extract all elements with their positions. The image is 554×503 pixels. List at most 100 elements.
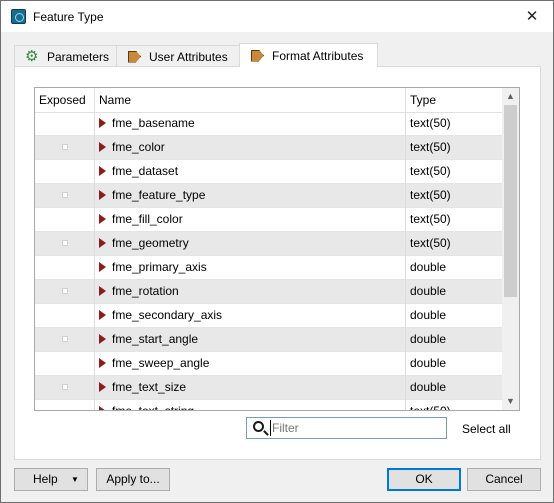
tab-parameters[interactable]: ⚙ Parameters: [14, 45, 117, 67]
name-cell[interactable]: fme_primary_axis: [95, 256, 406, 280]
attribute-arrow-icon: [99, 166, 106, 176]
dropdown-arrow-icon[interactable]: ▼: [71, 469, 79, 490]
table-row[interactable]: fme_start_angle double: [35, 328, 502, 352]
table-row[interactable]: fme_feature_type text(50): [35, 184, 502, 208]
title-bar: Feature Type ✕: [1, 1, 553, 32]
attribute-arrow-icon: [99, 118, 106, 128]
name-cell[interactable]: fme_basename: [95, 112, 406, 136]
exposed-cell[interactable]: [35, 376, 95, 400]
scrollbar-thumb[interactable]: [504, 105, 517, 297]
name-cell[interactable]: fme_secondary_axis: [95, 304, 406, 328]
tab-parameters-label: Parameters: [47, 49, 110, 64]
ok-button[interactable]: OK: [387, 468, 461, 491]
name-cell[interactable]: fme_fill_color: [95, 208, 406, 232]
name-cell[interactable]: fme_text_size: [95, 376, 406, 400]
column-header-exposed[interactable]: Exposed: [35, 88, 95, 113]
attribute-name: fme_text_string: [112, 404, 195, 411]
name-cell[interactable]: fme_text_string: [95, 400, 406, 411]
attribute-name: fme_feature_type: [112, 188, 206, 202]
select-all-link[interactable]: Select all: [462, 422, 511, 436]
exposed-cell[interactable]: [35, 232, 95, 256]
name-cell[interactable]: fme_start_angle: [95, 328, 406, 352]
attribute-arrow-icon: [99, 262, 106, 272]
exposed-cell[interactable]: [35, 136, 95, 160]
table-row[interactable]: fme_color text(50): [35, 136, 502, 160]
attribute-name: fme_color: [112, 140, 165, 154]
attribute-type[interactable]: text(50): [406, 136, 502, 160]
table-row[interactable]: fme_geometry text(50): [35, 232, 502, 256]
attribute-name: fme_sweep_angle: [112, 356, 210, 370]
tab-user-attributes-label: User Attributes: [149, 49, 228, 64]
attributes-table: Exposed Name Type fme_basename text(50) fm…: [34, 87, 520, 411]
filter-input[interactable]: [270, 420, 440, 436]
vertical-scrollbar[interactable]: ▲ ▼: [502, 88, 519, 410]
help-button[interactable]: Help ▼: [14, 468, 88, 491]
exposed-cell[interactable]: [35, 304, 95, 328]
table-row[interactable]: fme_text_string text(50): [35, 400, 502, 411]
exposed-cell[interactable]: [35, 280, 95, 304]
close-button[interactable]: ✕: [513, 2, 551, 31]
exposed-checkbox[interactable]: [62, 336, 68, 342]
attribute-name: fme_primary_axis: [112, 260, 207, 274]
attribute-type[interactable]: text(50): [406, 160, 502, 184]
filter-field[interactable]: [246, 417, 447, 439]
attribute-type[interactable]: text(50): [406, 184, 502, 208]
column-header-name[interactable]: Name: [95, 88, 406, 113]
exposed-cell[interactable]: [35, 256, 95, 280]
attribute-type[interactable]: text(50): [406, 112, 502, 136]
apply-to-button[interactable]: Apply to...: [96, 468, 170, 491]
attribute-arrow-icon: [99, 358, 106, 368]
name-cell[interactable]: fme_rotation: [95, 280, 406, 304]
name-cell[interactable]: fme_sweep_angle: [95, 352, 406, 376]
table-row[interactable]: fme_dataset text(50): [35, 160, 502, 184]
name-cell[interactable]: fme_feature_type: [95, 184, 406, 208]
table-row[interactable]: fme_sweep_angle double: [35, 352, 502, 376]
attribute-name: fme_fill_color: [112, 212, 183, 226]
attribute-type[interactable]: double: [406, 328, 502, 352]
exposed-checkbox[interactable]: [62, 144, 68, 150]
table-row[interactable]: fme_primary_axis double: [35, 256, 502, 280]
table-row[interactable]: fme_secondary_axis double: [35, 304, 502, 328]
feature-type-dialog: Feature Type ✕ ⚙ Parameters User Attribu…: [0, 0, 554, 503]
scroll-down-icon[interactable]: ▼: [502, 393, 519, 410]
table-row[interactable]: fme_text_size double: [35, 376, 502, 400]
app-icon: [11, 9, 26, 24]
attribute-type[interactable]: double: [406, 304, 502, 328]
column-header-type[interactable]: Type: [406, 88, 502, 113]
exposed-checkbox[interactable]: [62, 384, 68, 390]
attribute-type[interactable]: text(50): [406, 400, 502, 410]
tab-user-attributes[interactable]: User Attributes: [116, 45, 240, 67]
exposed-cell[interactable]: [35, 160, 95, 184]
name-cell[interactable]: fme_geometry: [95, 232, 406, 256]
attribute-type[interactable]: double: [406, 376, 502, 400]
name-cell[interactable]: fme_color: [95, 136, 406, 160]
cancel-button[interactable]: Cancel: [467, 468, 541, 491]
scroll-up-icon[interactable]: ▲: [502, 88, 519, 105]
table-row[interactable]: fme_fill_color text(50): [35, 208, 502, 232]
window-title: Feature Type: [33, 10, 104, 24]
exposed-cell[interactable]: [35, 184, 95, 208]
attribute-arrow-icon: [99, 190, 106, 200]
attribute-name: fme_start_angle: [112, 332, 199, 346]
exposed-cell[interactable]: [35, 328, 95, 352]
name-cell[interactable]: fme_dataset: [95, 160, 406, 184]
help-button-label: Help: [33, 472, 58, 486]
exposed-cell[interactable]: [35, 112, 95, 136]
exposed-cell[interactable]: [35, 352, 95, 376]
attribute-type[interactable]: double: [406, 352, 502, 376]
attribute-type[interactable]: double: [406, 256, 502, 280]
attribute-type[interactable]: double: [406, 280, 502, 304]
exposed-checkbox[interactable]: [62, 288, 68, 294]
attribute-arrow-icon: [99, 334, 106, 344]
attribute-type[interactable]: text(50): [406, 232, 502, 256]
exposed-checkbox[interactable]: [62, 192, 68, 198]
exposed-cell[interactable]: [35, 400, 95, 410]
table-row[interactable]: fme_basename text(50): [35, 112, 502, 136]
exposed-checkbox[interactable]: [62, 240, 68, 246]
table-row[interactable]: fme_rotation double: [35, 280, 502, 304]
attribute-arrow-icon: [99, 406, 106, 410]
attribute-arrow-icon: [99, 238, 106, 248]
exposed-cell[interactable]: [35, 208, 95, 232]
attribute-type[interactable]: text(50): [406, 208, 502, 232]
tab-format-attributes[interactable]: Format Attributes: [239, 43, 378, 67]
